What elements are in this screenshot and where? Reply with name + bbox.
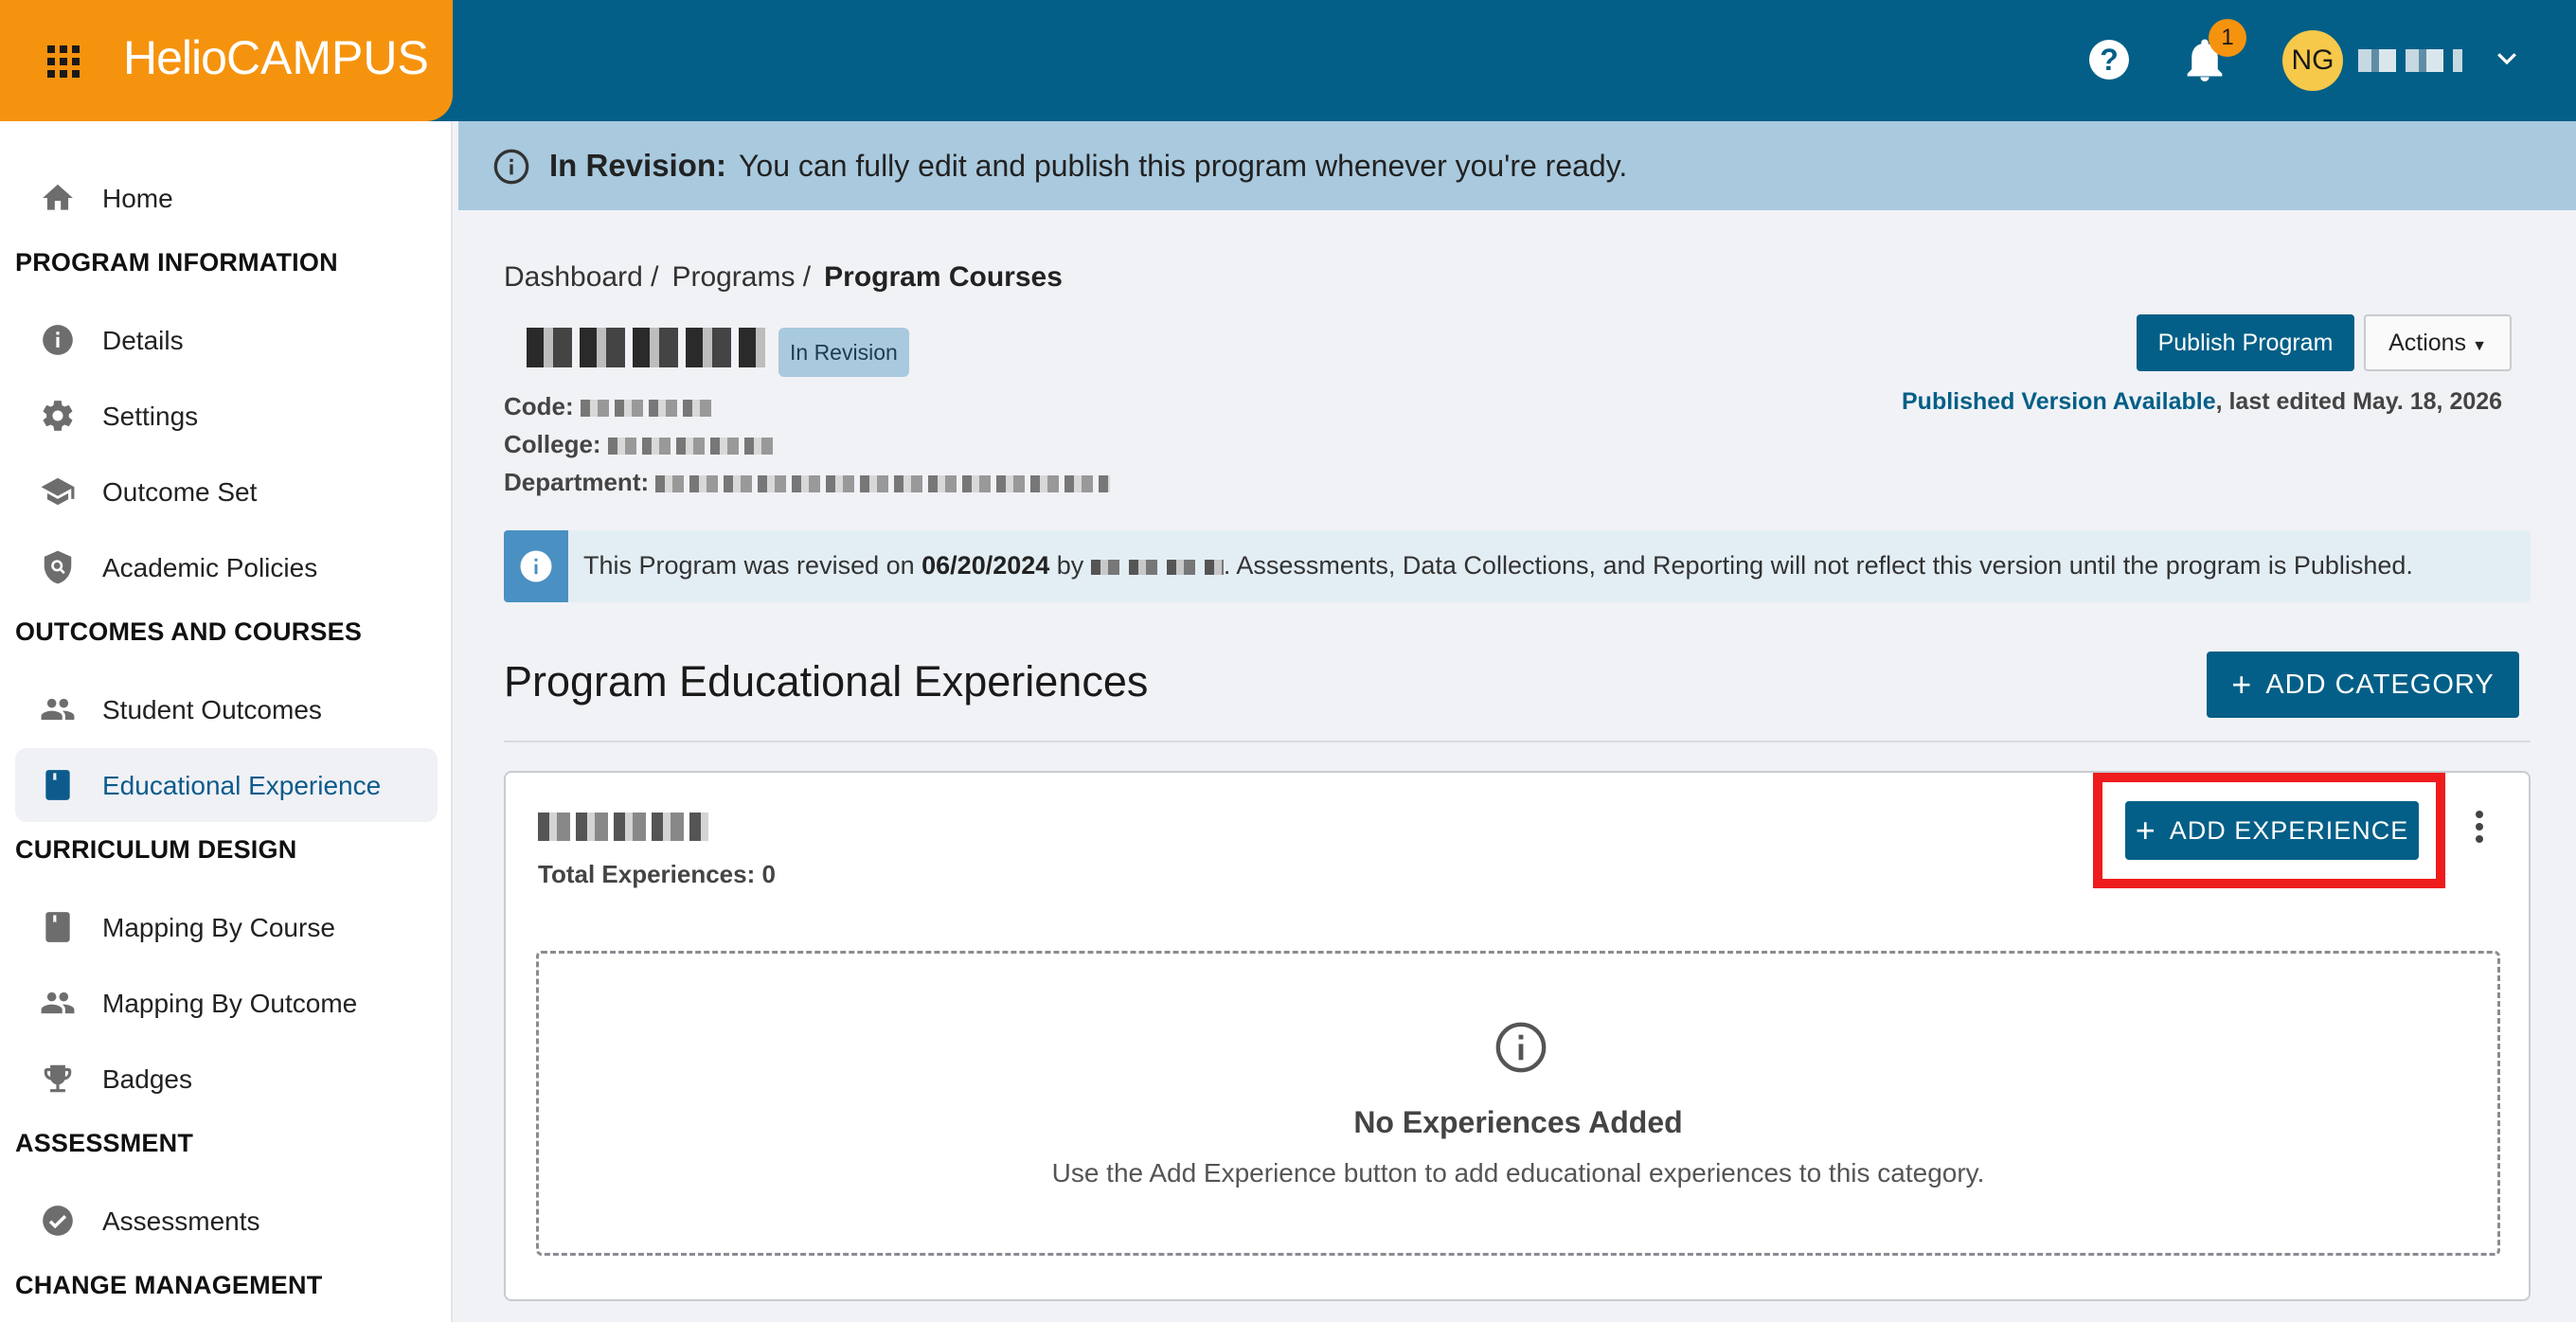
sidebar-item-label: Academic Policies bbox=[102, 553, 318, 582]
section-heading-program-information: PROGRAM INFORMATION bbox=[15, 248, 338, 277]
status-badge: In Revision bbox=[778, 328, 909, 377]
breadcrumb: Dashboard / Programs / Program Courses bbox=[504, 261, 1076, 294]
user-avatar[interactable]: NG bbox=[2282, 30, 2343, 91]
user-name-redacted[interactable] bbox=[2358, 49, 2462, 72]
empty-state: No Experiences Added Use the Add Experie… bbox=[536, 951, 2500, 1256]
redacted-value bbox=[580, 400, 713, 418]
sidebar-item-educational-experience[interactable]: Educational Experience bbox=[15, 748, 438, 822]
more-options-icon[interactable] bbox=[2472, 811, 2487, 852]
sidebar: Home PROGRAM INFORMATION Details Setting… bbox=[0, 121, 453, 1322]
sidebar-item-mapping-by-outcome[interactable]: Mapping By Outcome bbox=[15, 966, 438, 1040]
program-title-redacted bbox=[527, 328, 765, 367]
divider bbox=[504, 741, 2531, 742]
help-icon[interactable]: ? bbox=[2089, 40, 2129, 80]
program-college: College: bbox=[504, 430, 778, 459]
sidebar-item-label: Student Outcomes bbox=[102, 695, 322, 724]
breadcrumb-programs[interactable]: Programs / bbox=[671, 261, 811, 293]
revision-banner: In Revision: You can fully edit and publ… bbox=[458, 121, 2576, 210]
add-experience-button[interactable]: + ADD EXPERIENCE bbox=[2125, 801, 2419, 860]
sidebar-item-home[interactable]: Home bbox=[15, 161, 438, 235]
graduation-cap-icon bbox=[41, 477, 75, 506]
sidebar-item-details[interactable]: Details bbox=[15, 303, 438, 377]
sidebar-item-label: Assessments bbox=[102, 1206, 260, 1236]
sidebar-item-label: Settings bbox=[102, 402, 199, 431]
shield-search-icon bbox=[44, 550, 72, 584]
people-icon bbox=[41, 992, 75, 1014]
gear-icon bbox=[43, 401, 73, 431]
apps-grid-icon[interactable] bbox=[47, 45, 80, 78]
section-title: Program Educational Experiences bbox=[504, 657, 1149, 706]
info-outline-icon bbox=[493, 149, 529, 185]
breadcrumb-dashboard[interactable]: Dashboard / bbox=[504, 261, 658, 293]
category-card: Total Experiences: 0 + ADD EXPERIENCE No … bbox=[504, 771, 2531, 1301]
book-icon bbox=[45, 912, 70, 942]
info-icon bbox=[43, 325, 73, 355]
sidebar-item-label: Outcome Set bbox=[102, 477, 258, 507]
people-icon bbox=[41, 698, 75, 721]
caret-down-icon: ▼ bbox=[2472, 337, 2487, 354]
plus-icon: + bbox=[2135, 811, 2156, 849]
sidebar-item-settings[interactable]: Settings bbox=[15, 379, 438, 453]
brand-area: HelioCAMPUS bbox=[0, 0, 453, 121]
sidebar-item-student-outcomes[interactable]: Student Outcomes bbox=[15, 672, 438, 746]
info-outline-icon bbox=[1495, 1022, 1547, 1073]
banner-text: You can fully edit and publish this prog… bbox=[739, 149, 1628, 183]
sidebar-item-badges[interactable]: Badges bbox=[15, 1042, 438, 1116]
book-icon bbox=[45, 770, 70, 800]
sidebar-item-label: Details bbox=[102, 326, 184, 355]
sidebar-item-outcome-set[interactable]: Outcome Set bbox=[15, 455, 438, 528]
sidebar-item-label: Home bbox=[102, 184, 173, 213]
sidebar-item-label: Mapping By Outcome bbox=[102, 989, 358, 1018]
published-version-note: Published Version Available, last edited… bbox=[1902, 388, 2503, 415]
trophy-icon bbox=[44, 1064, 72, 1093]
sidebar-item-label: Mapping By Course bbox=[102, 913, 335, 942]
publish-program-button[interactable]: Publish Program bbox=[2137, 314, 2354, 371]
alert-message: This Program was revised on 06/20/2024 b… bbox=[583, 551, 2413, 580]
total-experiences: Total Experiences: 0 bbox=[538, 860, 776, 888]
notification-count-badge: 1 bbox=[2209, 19, 2246, 57]
check-circle-icon bbox=[43, 1206, 73, 1236]
sidebar-item-mapping-by-course[interactable]: Mapping By Course bbox=[15, 890, 438, 964]
section-heading-assessment: ASSESSMENT bbox=[15, 1129, 194, 1157]
heliocampus-logo[interactable]: HelioCAMPUS bbox=[123, 30, 429, 85]
sidebar-item-academic-policies[interactable]: Academic Policies bbox=[15, 530, 438, 604]
breadcrumb-current: Program Courses bbox=[824, 261, 1063, 293]
section-heading-change-management: CHANGE MANAGEMENT bbox=[15, 1271, 323, 1299]
category-name-redacted bbox=[538, 813, 708, 841]
revision-info-alert: This Program was revised on 06/20/2024 b… bbox=[504, 530, 2531, 602]
sidebar-item-label: Educational Experience bbox=[102, 771, 382, 800]
add-category-button[interactable]: + ADD CATEGORY bbox=[2207, 652, 2519, 718]
actions-dropdown-button[interactable]: Actions ▼ bbox=[2364, 314, 2512, 371]
info-icon bbox=[504, 530, 568, 602]
top-bar: HelioCAMPUS ? 1 NG bbox=[0, 0, 2576, 121]
sidebar-item-label: Badges bbox=[102, 1064, 192, 1094]
published-version-link[interactable]: Published Version Available bbox=[1902, 388, 2216, 415]
banner-label: In Revision: bbox=[549, 148, 727, 183]
home-icon bbox=[43, 184, 73, 210]
empty-state-title: No Experiences Added bbox=[1353, 1105, 1683, 1139]
program-code: Code: bbox=[504, 392, 713, 421]
redacted-value bbox=[607, 438, 778, 456]
section-heading-curriculum-design: CURRICULUM DESIGN bbox=[15, 835, 297, 864]
redacted-user bbox=[1090, 559, 1224, 575]
redacted-value bbox=[655, 475, 1111, 493]
program-department: Department: bbox=[504, 468, 1111, 497]
sidebar-item-assessments[interactable]: Assessments bbox=[15, 1184, 438, 1258]
section-heading-outcomes-and-courses: OUTCOMES AND COURSES bbox=[15, 617, 363, 646]
empty-state-description: Use the Add Experience button to add edu… bbox=[1051, 1158, 1985, 1188]
plus-icon: + bbox=[2231, 665, 2253, 704]
chevron-down-icon[interactable] bbox=[2493, 44, 2521, 72]
